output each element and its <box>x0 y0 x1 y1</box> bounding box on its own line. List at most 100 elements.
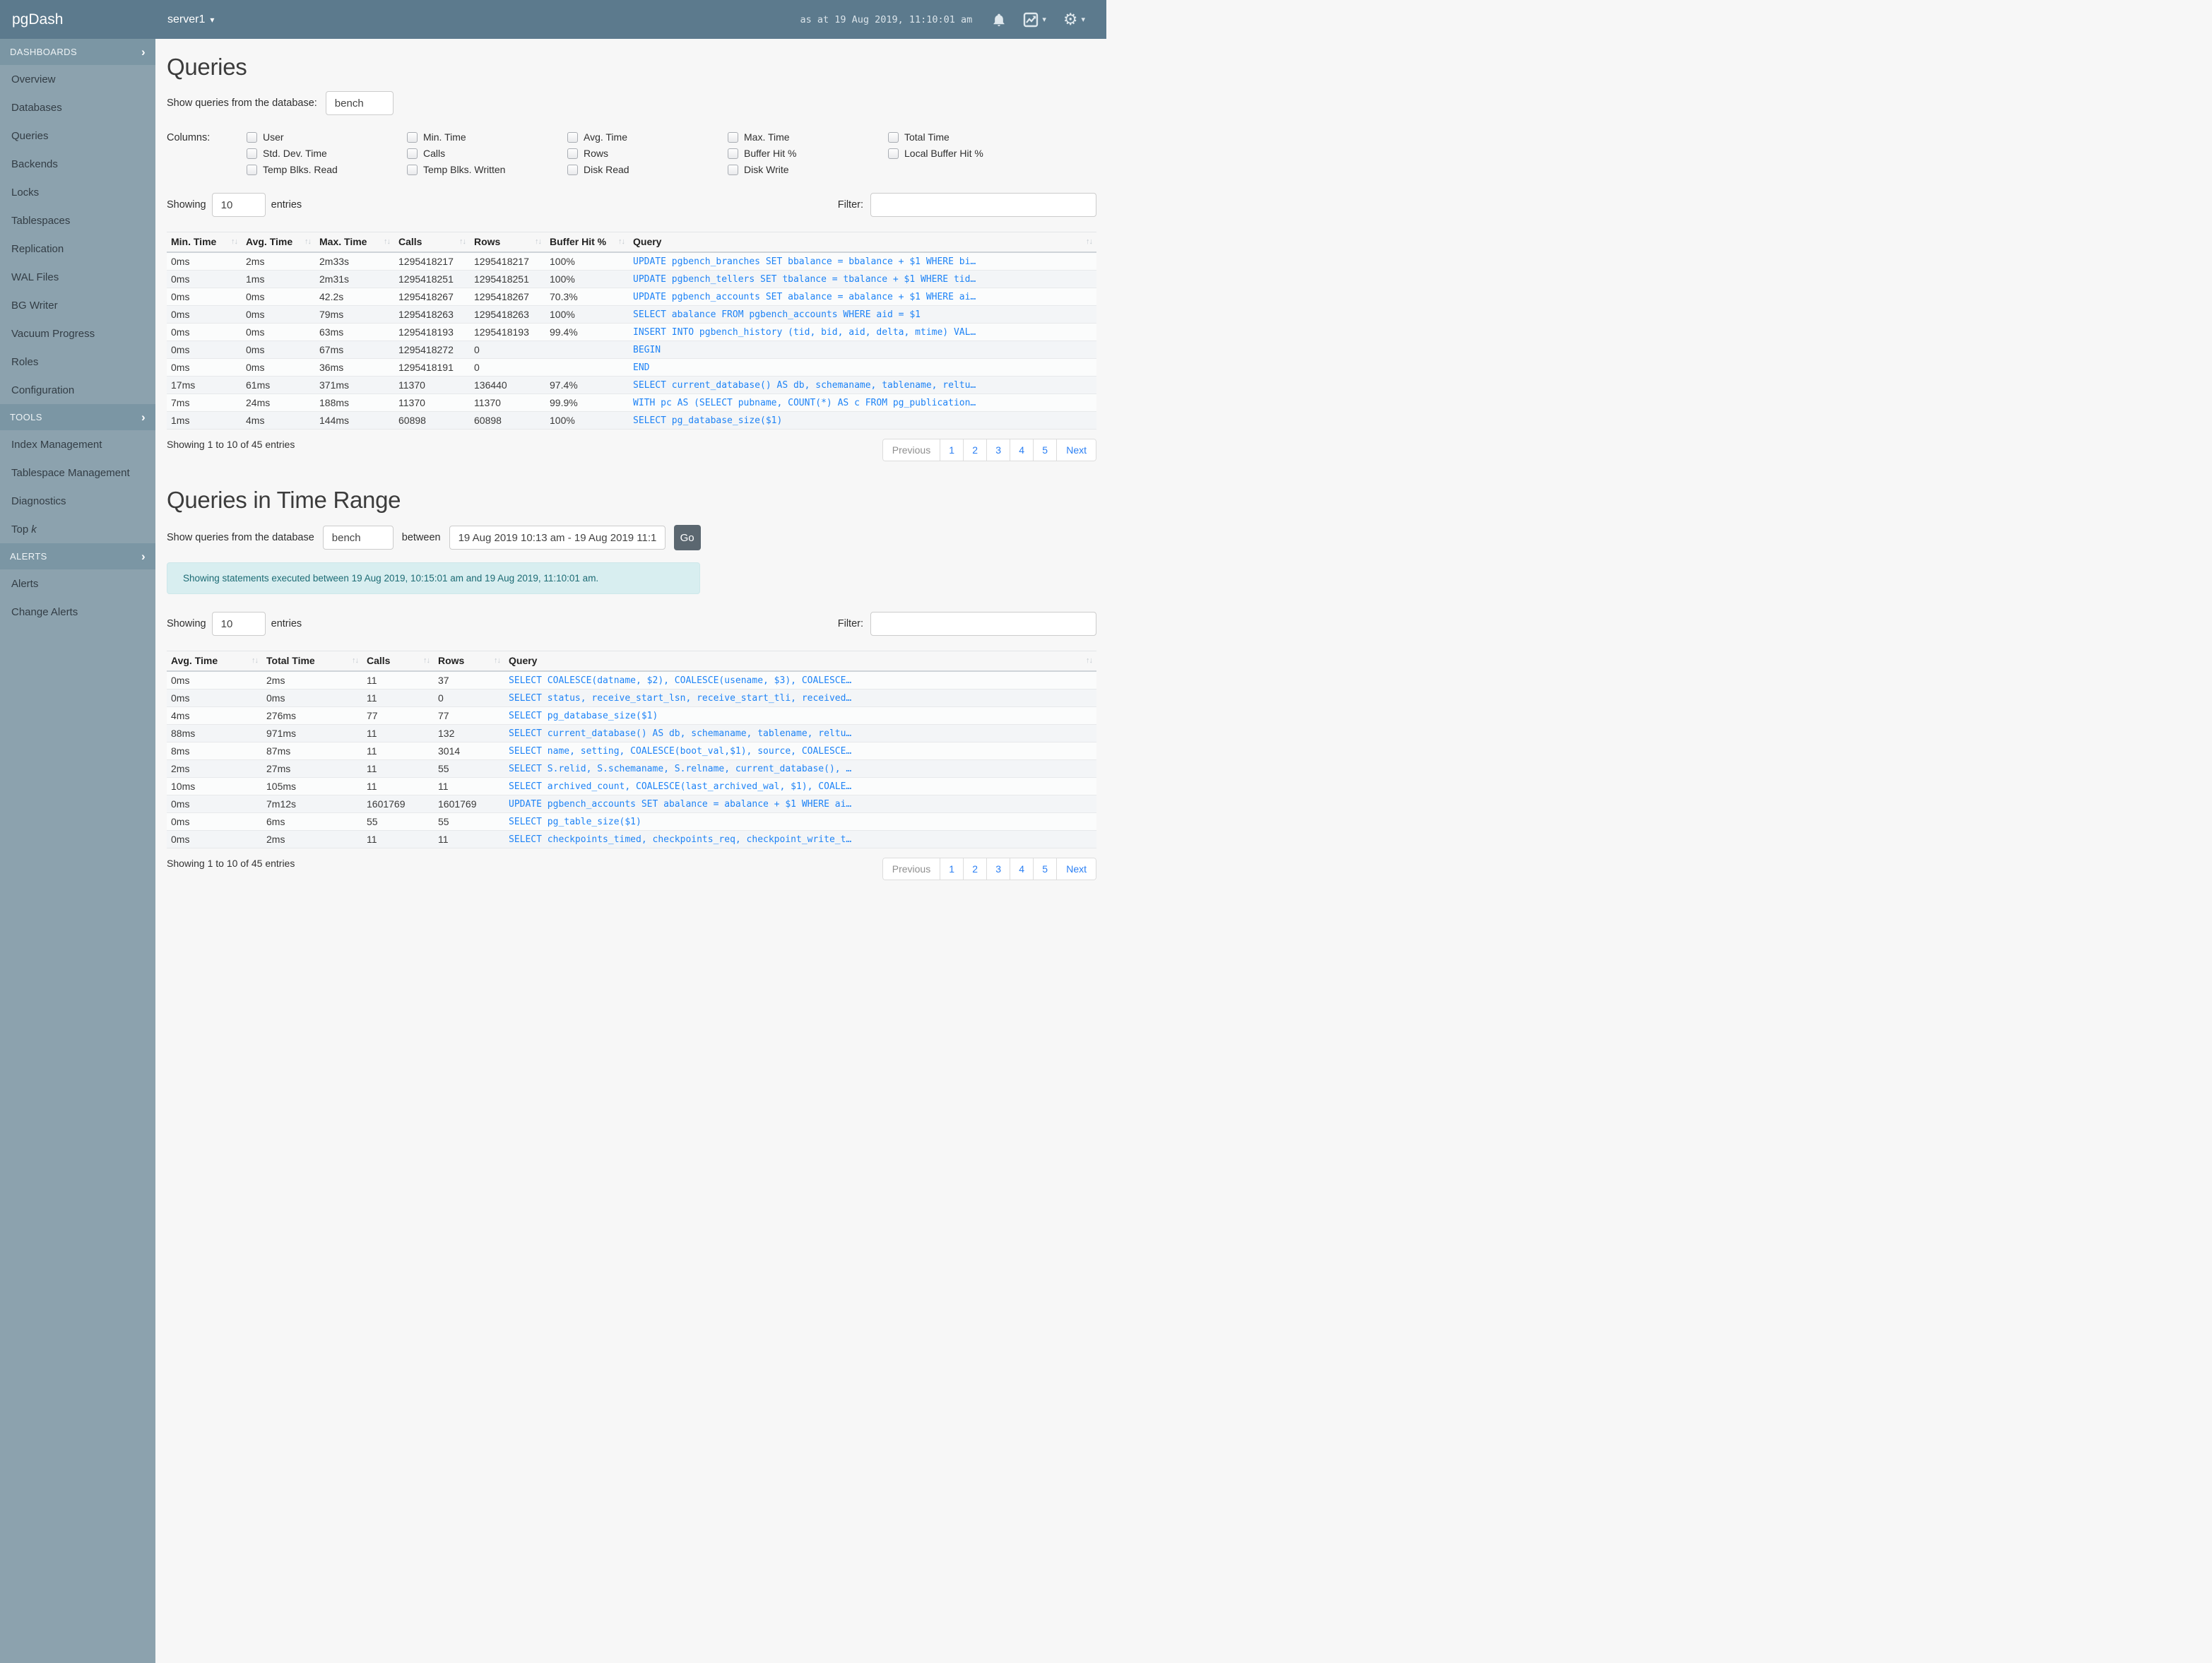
sidebar-item[interactable]: Tablespace Management <box>0 458 155 487</box>
page-size-input[interactable] <box>211 612 266 636</box>
column-checkbox[interactable]: Disk Read <box>567 164 728 175</box>
page-number-button[interactable]: 1 <box>940 858 964 880</box>
sidebar-item[interactable]: Diagnostics <box>0 487 155 515</box>
sidebar-item[interactable]: Alerts <box>0 569 155 598</box>
sidebar-item[interactable]: Configuration <box>0 376 155 404</box>
query-link[interactable]: SELECT archived_count, COALESCE(last_arc… <box>504 777 1096 795</box>
range-database-input[interactable] <box>322 526 394 550</box>
column-checkbox[interactable]: Avg. Time <box>567 131 728 143</box>
total-time-cell: 276ms <box>262 706 362 725</box>
column-checkbox[interactable]: Rows <box>567 148 728 159</box>
column-header[interactable]: ↑↓ Calls <box>394 232 470 253</box>
query-link[interactable]: UPDATE pgbench_accounts SET abalance = a… <box>629 288 1096 306</box>
query-link[interactable]: SELECT S.relid, S.schemaname, S.relname,… <box>504 759 1096 778</box>
column-header[interactable]: ↑↓ Total Time <box>262 651 362 672</box>
sort-icon: ↑↓ <box>304 237 312 246</box>
column-checkbox[interactable]: Temp Blks. Read <box>247 164 407 175</box>
query-link[interactable]: SELECT pg_database_size($1) <box>504 706 1096 725</box>
sidebar-item[interactable]: Databases <box>0 93 155 122</box>
charts-menu-button[interactable]: ▾ <box>1023 12 1046 28</box>
column-checkbox[interactable]: Calls <box>407 148 567 159</box>
next-page-button[interactable]: Next <box>1056 858 1096 880</box>
table-row: 0ms 1ms 2m31s 1295418251 1295418251 100%… <box>167 270 1096 288</box>
query-link[interactable]: SELECT pg_database_size($1) <box>629 411 1096 430</box>
query-link[interactable]: SELECT COALESCE(datname, $2), COALESCE(u… <box>504 671 1096 690</box>
sidebar-item[interactable]: Top k <box>0 515 155 543</box>
page-number-button[interactable]: 4 <box>1010 858 1034 880</box>
sidebar-item[interactable]: Change Alerts <box>0 598 155 626</box>
calls-cell: 55 <box>362 812 434 831</box>
app-logo[interactable]: pgDash <box>0 11 155 28</box>
filter-input[interactable] <box>870 193 1096 217</box>
column-header[interactable]: ↑↓ Calls <box>362 651 434 672</box>
page-number-button[interactable]: 2 <box>963 858 988 880</box>
query-link[interactable]: SELECT current_database() AS db, scheman… <box>629 376 1096 394</box>
query-link[interactable]: SELECT status, receive_start_lsn, receiv… <box>504 689 1096 707</box>
database-input[interactable] <box>325 91 394 115</box>
sidebar-item[interactable]: Index Management <box>0 430 155 458</box>
query-link[interactable]: INSERT INTO pgbench_history (tid, bid, a… <box>629 323 1096 341</box>
column-checkbox[interactable]: Min. Time <box>407 131 567 143</box>
page-number-button[interactable]: 3 <box>986 858 1011 880</box>
sidebar-item[interactable]: Locks <box>0 178 155 206</box>
query-link[interactable]: SELECT name, setting, COALESCE(boot_val,… <box>504 742 1096 760</box>
sidebar-item[interactable]: Overview <box>0 65 155 93</box>
page-number-button[interactable]: 4 <box>1010 439 1034 461</box>
settings-menu-button[interactable]: ⚙ ▾ <box>1063 11 1085 28</box>
column-checkbox[interactable]: Buffer Hit % <box>728 148 888 159</box>
previous-page-button[interactable]: Previous <box>882 439 941 461</box>
sidebar-section-dashboards[interactable]: DASHBOARDS › <box>0 39 155 65</box>
column-checkbox[interactable]: User <box>247 131 407 143</box>
next-page-button[interactable]: Next <box>1056 439 1096 461</box>
column-header[interactable]: ↑↓ Rows <box>470 232 545 253</box>
column-checkbox[interactable]: Temp Blks. Written <box>407 164 567 175</box>
column-header[interactable]: ↑↓ Min. Time <box>167 232 242 253</box>
query-link[interactable]: SELECT checkpoints_timed, checkpoints_re… <box>504 830 1096 848</box>
filter-input[interactable] <box>870 612 1096 636</box>
sidebar-item[interactable]: Roles <box>0 348 155 376</box>
sidebar-item[interactable]: Tablespaces <box>0 206 155 235</box>
column-checkbox[interactable]: Total Time <box>888 131 1036 143</box>
page-number-button[interactable]: 5 <box>1033 439 1058 461</box>
sidebar-item[interactable]: Backends <box>0 150 155 178</box>
sidebar-item[interactable]: Queries <box>0 122 155 150</box>
sidebar-item[interactable]: BG Writer <box>0 291 155 319</box>
date-range-input[interactable] <box>449 526 666 550</box>
notifications-button[interactable] <box>992 12 1006 28</box>
query-link[interactable]: END <box>629 358 1096 377</box>
column-header[interactable]: ↑↓ Buffer Hit % <box>545 232 629 253</box>
query-link[interactable]: SELECT pg_table_size($1) <box>504 812 1096 831</box>
query-link[interactable]: SELECT abalance FROM pgbench_accounts WH… <box>629 305 1096 324</box>
query-link[interactable]: BEGIN <box>629 341 1096 359</box>
go-button[interactable]: Go <box>673 525 701 550</box>
column-checkbox[interactable]: Max. Time <box>728 131 888 143</box>
query-link[interactable]: SELECT current_database() AS db, scheman… <box>504 724 1096 742</box>
buffer-hit-cell: 97.4% <box>545 376 629 394</box>
sidebar-item[interactable]: WAL Files <box>0 263 155 291</box>
page-number-button[interactable]: 3 <box>986 439 1011 461</box>
query-link[interactable]: UPDATE pgbench_accounts SET abalance = a… <box>504 795 1096 813</box>
query-link[interactable]: UPDATE pgbench_branches SET bbalance = b… <box>629 252 1096 271</box>
page-number-button[interactable]: 2 <box>963 439 988 461</box>
sidebar-section-tools[interactable]: TOOLS › <box>0 404 155 430</box>
table-row: 1ms 4ms 144ms 60898 60898 100% SELECT pg… <box>167 411 1096 430</box>
column-header[interactable]: ↑↓ Avg. Time <box>167 651 262 672</box>
query-link[interactable]: UPDATE pgbench_tellers SET tbalance = tb… <box>629 270 1096 288</box>
column-checkbox[interactable]: Std. Dev. Time <box>247 148 407 159</box>
server-selector[interactable]: server1 ▾ <box>167 13 214 26</box>
sidebar-item[interactable]: Vacuum Progress <box>0 319 155 348</box>
column-checkbox[interactable]: Local Buffer Hit % <box>888 148 1036 159</box>
column-checkbox[interactable]: Disk Write <box>728 164 888 175</box>
sidebar-item[interactable]: Replication <box>0 235 155 263</box>
page-number-button[interactable]: 5 <box>1033 858 1058 880</box>
sidebar-section-alerts[interactable]: ALERTS › <box>0 543 155 569</box>
query-link[interactable]: WITH pc AS (SELECT pubname, COUNT(*) AS … <box>629 393 1096 412</box>
column-header[interactable]: ↑↓ Avg. Time <box>242 232 315 253</box>
previous-page-button[interactable]: Previous <box>882 858 941 880</box>
column-header[interactable]: ↑↓ Query <box>629 232 1096 253</box>
page-number-button[interactable]: 1 <box>940 439 964 461</box>
column-header[interactable]: ↑↓ Query <box>504 651 1096 672</box>
page-size-input[interactable] <box>211 193 266 217</box>
column-header[interactable]: ↑↓ Rows <box>434 651 504 672</box>
column-header[interactable]: ↑↓ Max. Time <box>315 232 394 253</box>
